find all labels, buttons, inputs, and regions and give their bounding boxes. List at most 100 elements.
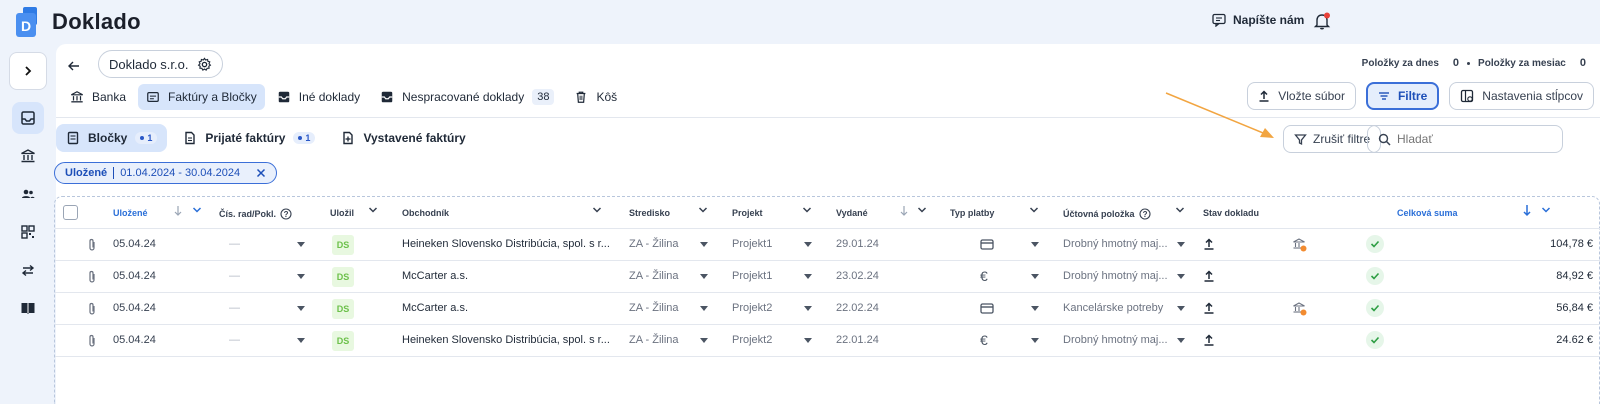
column-header-saved[interactable]: Uložené <box>113 208 148 218</box>
tab-other-documents[interactable]: Iné doklady <box>269 84 368 110</box>
dropdown-caret-icon[interactable] <box>1031 242 1039 247</box>
transfer-arrows-icon <box>21 264 35 277</box>
column-header-payment[interactable]: Typ platby <box>950 208 994 218</box>
search-input[interactable] <box>1397 132 1547 146</box>
dropdown-caret-icon[interactable] <box>804 338 812 343</box>
sidebar-item-contacts[interactable] <box>12 178 44 210</box>
dropdown-caret-icon[interactable] <box>297 242 305 247</box>
tab-received-invoices[interactable]: Prijaté faktúry 1 <box>173 124 325 152</box>
sidebar-item-guide[interactable] <box>12 292 44 324</box>
close-icon[interactable] <box>256 168 266 178</box>
sidebar-expand-button[interactable] <box>9 52 47 90</box>
upload-file-button[interactable]: Vložte súbor <box>1247 82 1356 110</box>
chevron-down-icon[interactable] <box>1541 206 1551 214</box>
upload-icon <box>1259 90 1269 102</box>
dropdown-caret-icon[interactable] <box>1177 242 1185 247</box>
cell-center: ZA - Žilina <box>629 238 679 250</box>
saved-by-badge: DS <box>332 331 354 351</box>
table-row[interactable]: 05.04.24 — DS McCarter a.s. ZA - Žilina … <box>55 261 1600 293</box>
dropdown-caret-icon[interactable] <box>700 306 708 311</box>
chevron-down-icon[interactable] <box>1175 206 1185 214</box>
dropdown-caret-icon[interactable] <box>1177 274 1185 279</box>
active-filter-chip[interactable]: Uložené 01.04.2024 - 30.04.2024 <box>54 162 278 184</box>
dropdown-caret-icon[interactable] <box>297 306 305 311</box>
upload-icon[interactable] <box>1203 238 1215 250</box>
dropdown-caret-icon[interactable] <box>1177 338 1185 343</box>
paperclip-icon[interactable] <box>87 302 97 316</box>
column-header-saved-by[interactable]: Uložil <box>330 208 354 218</box>
paperclip-icon[interactable] <box>87 334 97 348</box>
chevron-down-icon[interactable] <box>368 206 378 214</box>
columns-settings-icon <box>1461 89 1474 103</box>
select-all-checkbox[interactable] <box>63 205 78 220</box>
dropdown-caret-icon[interactable] <box>700 338 708 343</box>
tab-trash[interactable]: Kôš <box>566 84 625 110</box>
table-row[interactable]: 05.04.24 — DS Heineken Slovensko Distrib… <box>55 325 1600 357</box>
svg-text:D: D <box>21 18 31 34</box>
status-ok-badge <box>1366 299 1384 317</box>
cell-project: Projekt2 <box>732 302 773 314</box>
dropdown-caret-icon[interactable] <box>1031 306 1039 311</box>
table-row[interactable]: 05.04.24 — DS McCarter a.s. ZA - Žilina … <box>55 293 1600 325</box>
table-row[interactable]: 05.04.24 — DS Heineken Slovensko Distrib… <box>55 229 1600 261</box>
column-header-project[interactable]: Projekt <box>732 208 763 218</box>
chevron-down-icon[interactable] <box>192 206 202 214</box>
tab-invoices-receipts[interactable]: Faktúry a Bločky <box>138 84 265 110</box>
arrow-left-icon <box>68 61 79 71</box>
column-header-merchant[interactable]: Obchodník <box>402 208 449 218</box>
dropdown-caret-icon[interactable] <box>700 274 708 279</box>
sidebar-item-documents[interactable] <box>12 102 44 134</box>
tab-receipts[interactable]: Bločky 1 <box>56 124 168 152</box>
chevron-down-icon[interactable] <box>698 206 708 214</box>
column-header-center[interactable]: Stredisko <box>629 208 670 218</box>
chevron-down-icon[interactable] <box>917 206 927 214</box>
dropdown-caret-icon[interactable] <box>1031 338 1039 343</box>
chevron-down-icon[interactable] <box>592 206 602 214</box>
search-box[interactable] <box>1367 125 1563 153</box>
tab-label: Prijaté faktúry <box>205 131 286 145</box>
dropdown-caret-icon[interactable] <box>1177 306 1185 311</box>
column-header-number[interactable]: Čís. rad/Pokl. ? <box>219 208 292 220</box>
sort-desc-icon[interactable] <box>1522 204 1532 217</box>
back-button[interactable] <box>64 56 84 76</box>
status-ok-badge <box>1366 235 1384 253</box>
tab-unprocessed-documents[interactable]: Nespracované doklady 38 <box>372 84 562 110</box>
column-header-total[interactable]: Celková suma <box>1397 208 1458 218</box>
column-settings-button[interactable]: Nastavenia stĺpcov <box>1449 82 1594 110</box>
dropdown-caret-icon[interactable] <box>297 338 305 343</box>
sidebar-item-qr[interactable] <box>12 216 44 248</box>
sidebar-item-transfers[interactable] <box>12 254 44 286</box>
dropdown-caret-icon[interactable] <box>1031 274 1039 279</box>
upload-icon[interactable] <box>1203 270 1215 282</box>
cell-total: 56,84 € <box>1556 302 1593 314</box>
sort-desc-icon[interactable] <box>173 205 183 217</box>
upload-icon[interactable] <box>1203 334 1215 346</box>
paperclip-icon[interactable] <box>87 270 97 284</box>
dropdown-caret-icon[interactable] <box>297 274 305 279</box>
upload-icon[interactable] <box>1203 302 1215 314</box>
column-header-issued[interactable]: Vydané <box>836 208 868 218</box>
tab-issued-invoices[interactable]: Vystavené faktúry <box>331 124 475 152</box>
column-header-account[interactable]: Účtovná položka ? <box>1063 208 1151 220</box>
company-selector[interactable]: Doklado s.r.o. <box>98 50 223 78</box>
tab-bank[interactable]: Banka <box>62 84 134 110</box>
contact-button[interactable]: Napíšte nám <box>1212 13 1304 27</box>
column-header-status[interactable]: Stav dokladu <box>1203 208 1259 218</box>
chevron-down-icon[interactable] <box>802 206 812 214</box>
gear-icon[interactable] <box>197 56 212 72</box>
help-icon[interactable]: ? <box>1138 208 1151 220</box>
dropdown-caret-icon[interactable] <box>700 242 708 247</box>
paperclip-icon[interactable] <box>87 238 97 252</box>
dropdown-caret-icon[interactable] <box>804 242 812 247</box>
sidebar-item-bank[interactable] <box>12 140 44 172</box>
chevron-down-icon[interactable] <box>1029 206 1039 214</box>
notification-bell-icon[interactable] <box>1312 11 1332 31</box>
filters-button[interactable]: Filtre <box>1365 82 1440 110</box>
check-icon <box>1370 336 1380 344</box>
dropdown-caret-icon[interactable] <box>804 306 812 311</box>
sort-desc-icon[interactable] <box>899 205 909 217</box>
help-icon[interactable]: ? <box>280 208 292 220</box>
dropdown-caret-icon[interactable] <box>804 274 812 279</box>
cell-number: — <box>229 270 240 282</box>
cell-account: Drobný hmotný maj... <box>1063 238 1168 250</box>
